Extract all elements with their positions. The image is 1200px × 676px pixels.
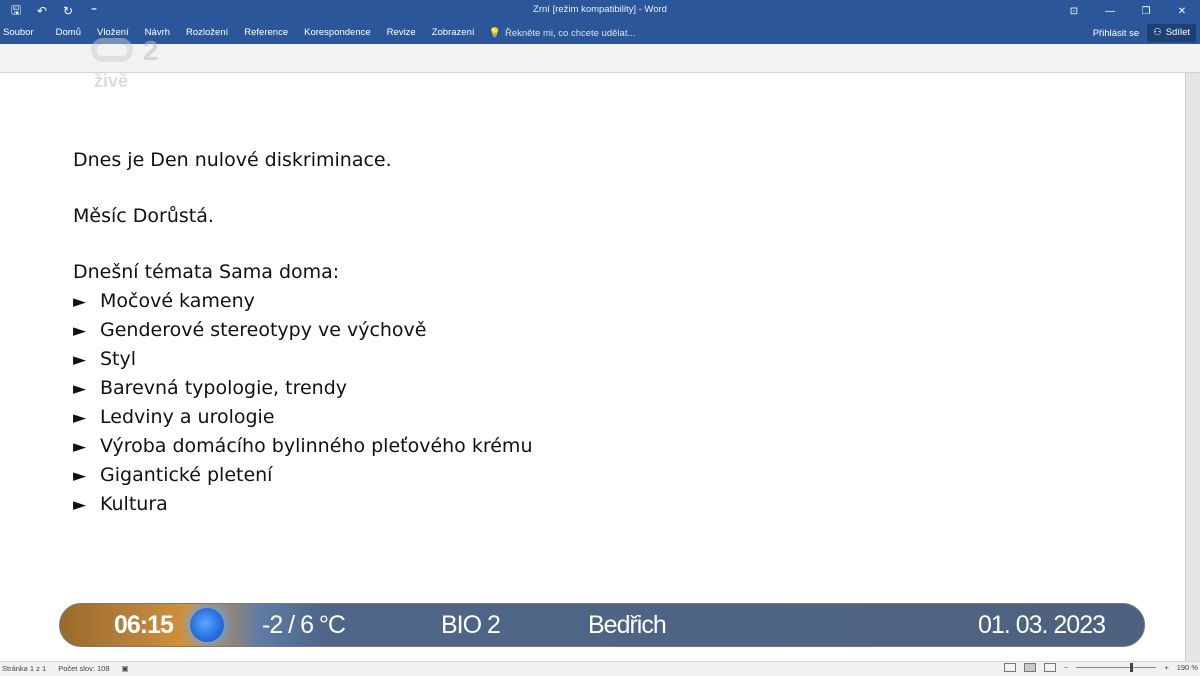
list-item-text: Styl [100,348,137,370]
tab-view[interactable]: Zobrazení [424,22,483,44]
list-item-text: Gigantické pletení [100,464,273,486]
ticker-channel: BIO 2 [441,611,501,639]
web-layout-icon[interactable] [1043,663,1056,672]
list-item: ► Barevná typologie, trendy [73,374,532,403]
document-body[interactable]: Dnes je Den nulové diskriminace. Měsíc D… [73,146,532,519]
logo-live-text: živě [94,71,129,91]
list-item: ► Výroba domácího bylinného pleťového kré… [73,432,532,461]
tab-layout[interactable]: Rozložení [178,22,236,44]
ribbon-display-icon[interactable]: ⊡ [1056,0,1092,22]
page-count[interactable]: Stránka 1 z 1 [2,664,46,673]
window-controls: ⊡ — ❐ ✕ [1056,0,1200,22]
share-button[interactable]: ⚇ Sdílet [1147,24,1196,42]
bullet-arrow-icon: ► [73,292,87,312]
list-item: ► Močové kameny [73,287,532,316]
word-count[interactable]: Počet slov: 108 [58,664,109,673]
ticker-nameday: Bedřich [588,611,667,639]
list-item-text: Ledviny a urologie [100,406,275,428]
list-item: ► Ledviny a urologie [73,403,532,432]
minimize-icon[interactable]: — [1092,0,1128,22]
ribbon-tabs-bar: Soubor Domů Vložení Návrh Rozložení Refe… [0,22,1200,44]
document-title: Zrní [režim kompatibility] - Word [533,4,667,15]
tell-me-search[interactable]: 💡 Řekněte mi, co chcete udělat... [483,22,636,44]
print-layout-icon[interactable] [1023,663,1036,672]
ticker-date: 01. 03. 2023 [978,611,1106,639]
collapsed-ribbon-area [0,44,1200,73]
close-icon[interactable]: ✕ [1164,0,1200,22]
proofing-icon[interactable]: ▣ [121,664,128,673]
restore-icon[interactable]: ❐ [1128,0,1164,22]
bullet-arrow-icon: ► [73,495,87,515]
tell-me-text: Řekněte mi, co chcete udělat... [504,27,636,39]
list-item: ► Genderové stereotypy ve výchově [73,316,532,345]
list-item-text: Genderové stereotypy ve výchově [100,319,427,341]
lightbulb-icon: 💡 [488,27,501,39]
tab-file[interactable]: Soubor [0,22,48,44]
list-item: ► Gigantické pletení [73,461,532,490]
bullet-arrow-icon: ► [73,466,87,486]
ticker-time: 06:15 [114,611,174,639]
list-item-text: Barevná typologie, trendy [100,377,347,399]
logo-ring-icon [91,38,133,62]
bullet-arrow-icon: ► [73,379,87,399]
status-bar: Stránka 1 z 1 Počet slov: 108 ▣ − + 190 … [0,661,1200,676]
paragraph-day: Dnes je Den nulové diskriminace. [73,149,392,171]
read-mode-icon[interactable] [1003,663,1016,672]
zoom-slider-thumb[interactable] [1130,663,1134,672]
person-icon: ⚇ [1153,27,1162,38]
topics-heading: Dnešní témata Sama doma: [73,261,340,283]
title-bar: 🖫 ↶ ↻ ⁼ Zrní [režim kompatibility] - Wor… [0,0,1200,22]
tab-references[interactable]: Reference [236,22,296,44]
list-item-text: Výroba domácího bylinného pleťového krém… [100,435,533,457]
sign-in-button[interactable]: Přihlásit se [1093,28,1139,39]
zoom-out-icon[interactable]: − [1064,663,1068,672]
list-item-text: Kultura [100,493,168,515]
bullet-arrow-icon: ► [73,350,87,370]
tab-review[interactable]: Revize [379,22,424,44]
zoom-in-icon[interactable]: + [1164,663,1168,672]
logo-number: 2 [143,35,159,66]
zoom-slider[interactable] [1076,663,1157,672]
tab-home[interactable]: Domů [48,22,89,44]
share-label: Sdílet [1165,27,1190,38]
broadcast-info-bar: 06:15 -2 / 6 °C BIO 2 Bedřich 01. 03. 20… [59,603,1145,647]
zoom-level[interactable]: 190 % [1177,663,1198,672]
vertical-scrollbar[interactable] [1186,73,1200,661]
ticker-temperature: -2 / 6 °C [262,611,346,639]
tab-mailings[interactable]: Korespondence [296,22,379,44]
bullet-arrow-icon: ► [73,408,87,428]
bullet-arrow-icon: ► [73,437,87,457]
list-item: ► Kultura [73,490,532,519]
bullet-arrow-icon: ► [73,321,87,341]
paragraph-moon: Měsíc Dorůstá. [73,205,214,227]
weather-icon [190,608,224,642]
list-item: ► Styl [73,345,532,374]
list-item-text: Močové kameny [100,290,255,312]
